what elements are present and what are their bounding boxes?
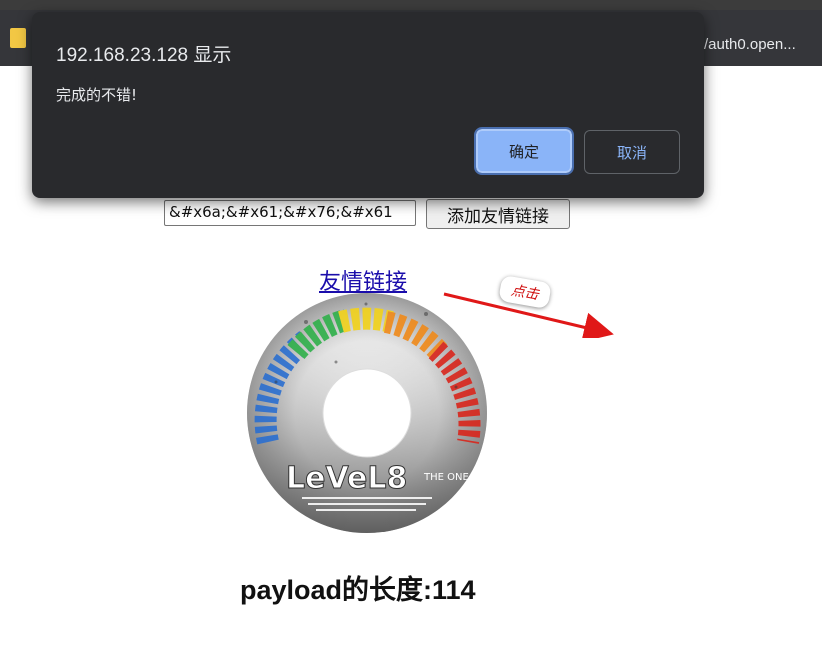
add-friend-link-button[interactable]: 添加友情链接 [426,199,570,229]
disc-logo-text: LeVeL8 [286,461,407,496]
disc-logo-sub: THE ONE [423,472,469,483]
bookmark-folder-icon[interactable] [10,28,26,48]
payload-input[interactable]: &#x6a;&#x61;&#x76;&#x61 [164,200,416,226]
cancel-button[interactable]: 取消 [584,130,680,174]
payload-length-heading: payload的长度:114 [240,575,476,605]
dialog-message: 完成的不错! [56,86,138,104]
bookmark-item[interactable]: /auth0.open... [704,36,796,53]
title-bar [0,0,822,10]
level8-disc-image: LeVeL8 THE ONE [247,293,487,533]
ok-button[interactable]: 确定 [474,127,574,175]
alert-dialog: 192.168.23.128 显示 完成的不错! 确定 取消 [32,12,704,198]
dialog-title: 192.168.23.128 显示 [56,45,232,66]
